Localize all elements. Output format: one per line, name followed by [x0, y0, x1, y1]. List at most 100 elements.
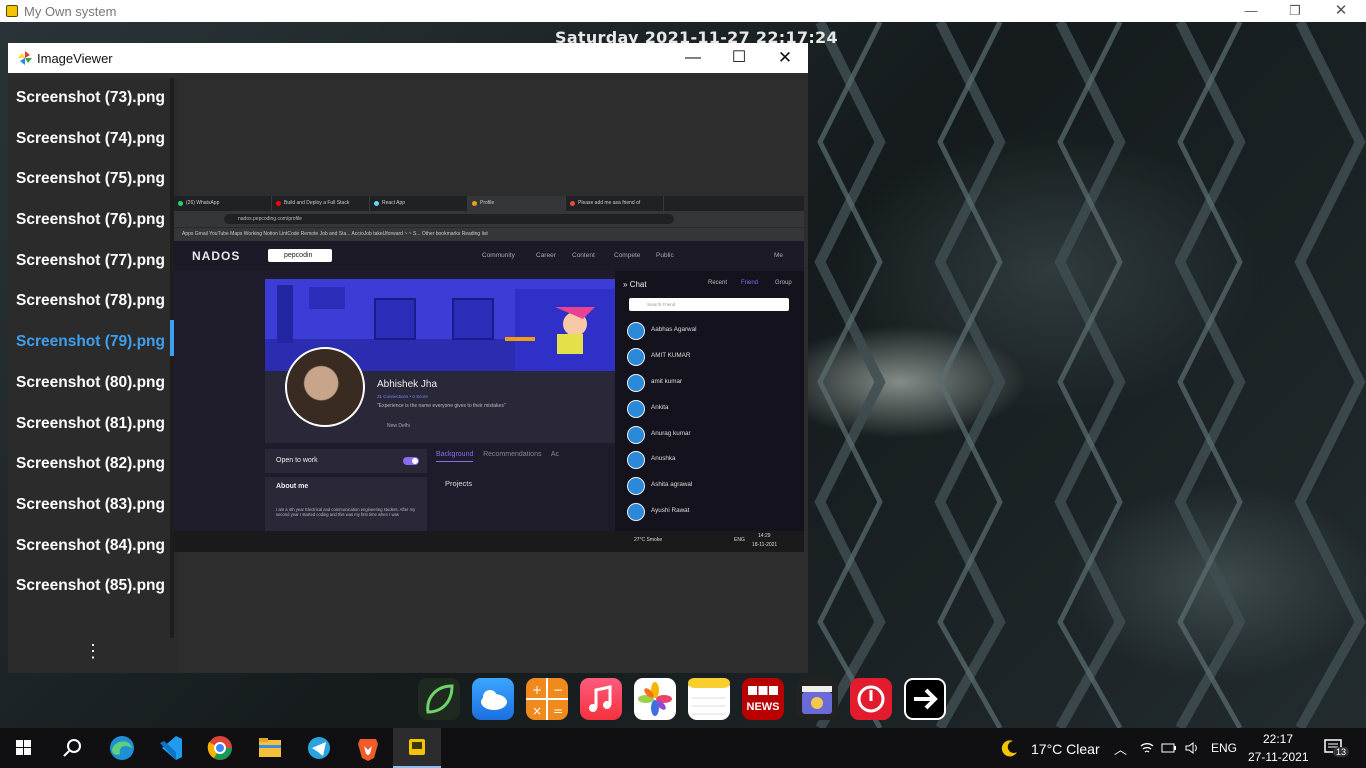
wifi-icon[interactable] — [1139, 740, 1155, 756]
viewer-maximize-button[interactable]: ☐ — [716, 43, 762, 73]
file-item[interactable]: Screenshot (74).png — [8, 119, 178, 160]
file-item[interactable]: Screenshot (76).png — [8, 200, 178, 241]
search-button[interactable] — [48, 728, 96, 768]
weather-app-icon[interactable] — [472, 678, 514, 720]
preview-toggle — [403, 457, 419, 465]
preview-tab-background: Background — [436, 451, 474, 462]
preview-weather: 27°C Smoke — [634, 537, 663, 543]
maximize-button[interactable]: ❐ — [1272, 0, 1318, 22]
yellow-app-taskbar-icon[interactable] — [393, 728, 441, 768]
file-item[interactable]: Screenshot (83).png — [8, 485, 178, 526]
preview-nav-link: Community — [482, 252, 515, 259]
preview-friend: AMIT KUMAR — [627, 346, 690, 366]
preview-tab: (26) WhatsApp — [174, 196, 272, 211]
preview-about-card: About me I am a 4th year Electrical and … — [265, 477, 427, 533]
preview-chat-tab: Friend — [741, 280, 759, 286]
file-explorer-taskbar-icon[interactable] — [246, 728, 294, 768]
brave-taskbar-icon[interactable] — [344, 728, 392, 768]
power-app-icon[interactable] — [850, 678, 892, 720]
calculator-app-icon[interactable]: + − × = — [526, 678, 568, 720]
chrome-taskbar-icon[interactable] — [196, 728, 244, 768]
file-item[interactable]: Screenshot (81).png — [8, 404, 178, 445]
file-item[interactable]: Screenshot (80).png — [8, 363, 178, 404]
vscode-taskbar-icon[interactable] — [146, 728, 194, 768]
photos-app-icon[interactable] — [634, 678, 676, 720]
taskbar-language[interactable]: ENG — [1211, 741, 1237, 755]
file-item[interactable]: Screenshot (78).png — [8, 281, 178, 322]
bbc-news-app-icon[interactable]: NEWS — [742, 678, 784, 720]
preview-location: New Delhi — [387, 423, 410, 429]
volume-icon[interactable] — [1184, 740, 1200, 756]
preview-tab-recommendations: Recommendations — [483, 451, 542, 458]
search-icon — [63, 739, 81, 757]
preview-nav-link: Compete — [614, 252, 641, 259]
file-item[interactable]: Screenshot (75).png — [8, 159, 178, 200]
preview-nav-link: Content — [572, 252, 595, 259]
preview-friend: Ankita — [627, 398, 669, 418]
windows-taskbar: 17°C Clear ︿ ENG 22:17 27-11-2021 13 — [0, 728, 1366, 768]
preview-avatar — [285, 347, 365, 427]
preview-nav-link: Career — [536, 252, 556, 259]
close-button[interactable]: ✕ — [1318, 0, 1364, 22]
outer-window-title: My Own system — [24, 3, 117, 19]
preview-me: Me — [774, 252, 784, 259]
more-vertical-icon[interactable]: ⋮ — [84, 641, 102, 661]
preview-taskbar: 27°C Smoke ENG 14:29 18-11-2021 — [174, 531, 804, 552]
notes-app-icon[interactable] — [688, 678, 730, 720]
taskbar-weather[interactable]: 17°C Clear — [1031, 741, 1100, 757]
preview-site-nav: NADOS pepcodin Community Career Content … — [174, 241, 804, 271]
preview-profile-card: Abhishek Jha 31 Connections • 0 Score "E… — [265, 347, 615, 443]
telegram-taskbar-icon[interactable] — [295, 728, 343, 768]
preview-tab-more: Ac — [550, 451, 559, 458]
leaf-app-icon[interactable] — [418, 678, 460, 720]
preview-time: 14:29 — [758, 533, 771, 539]
music-app-icon[interactable] — [580, 678, 622, 720]
svg-text:+: + — [532, 683, 542, 697]
preview-profile-name: Abhishek Jha — [377, 379, 438, 390]
image-preview: (26) WhatsApp Build and Deploy a Full St… — [174, 196, 804, 552]
svg-text:−: − — [553, 683, 563, 697]
preview-chat-tab: Group — [775, 280, 792, 286]
preview-profile-tabs: Background Recommendations Ac — [436, 451, 616, 465]
preview-connections: 31 Connections • 0 Score — [377, 394, 428, 399]
chevron-up-icon[interactable]: ︿ — [1114, 739, 1127, 758]
preview-tab: Build and Deploy a Full Stack — [272, 196, 370, 211]
preview-chat-title: » Chat — [623, 280, 647, 289]
video-editor-app-icon[interactable] — [796, 678, 838, 720]
taskbar-time[interactable]: 22:17 — [1263, 732, 1293, 746]
preview-friend: Anurag kumar — [627, 424, 691, 444]
preview-open-to-work-label: Open to work — [276, 457, 318, 464]
file-item[interactable]: Screenshot (85).png — [8, 566, 178, 607]
preview-logo: NADOS — [192, 249, 241, 263]
preview-quote: "Experience is the name everyone gives t… — [377, 403, 506, 409]
minimize-button[interactable]: — — [1228, 0, 1274, 22]
taskbar-date[interactable]: 27-11-2021 — [1248, 750, 1309, 764]
file-item[interactable]: Screenshot (77).png — [8, 241, 178, 282]
preview-url: nados.pepcoding.com/profile — [224, 214, 674, 224]
viewer-close-button[interactable]: ✕ — [762, 43, 808, 73]
preview-site: NADOS pepcodin Community Career Content … — [174, 241, 804, 533]
file-item[interactable]: Screenshot (82).png — [8, 444, 178, 485]
chat-title-text: Chat — [629, 280, 647, 289]
file-item[interactable]: Screenshot (84).png — [8, 526, 178, 567]
file-list: Screenshot (73).png Screenshot (74).png … — [8, 78, 178, 673]
preview-nav-link: Public — [656, 252, 674, 259]
preview-tab: Please add me asa friend of — [566, 196, 664, 211]
preview-address-bar: nados.pepcoding.com/profile — [174, 211, 804, 227]
viewer-minimize-button[interactable]: — — [670, 43, 716, 73]
edge-taskbar-icon[interactable] — [98, 728, 146, 768]
preview-friend: amit kumar — [627, 372, 682, 392]
preview-friend: Ashita agrawal — [627, 475, 692, 495]
battery-icon[interactable] — [1161, 742, 1177, 754]
preview-date: 18-11-2021 — [752, 542, 778, 548]
arrow-app-icon[interactable] — [904, 678, 946, 720]
file-item-selected[interactable]: Screenshot (79).png — [8, 322, 178, 363]
app-icon — [6, 5, 18, 17]
file-item[interactable]: Screenshot (73).png — [8, 78, 178, 119]
preview-lang: ENG — [734, 537, 745, 543]
preview-open-to-work: Open to work — [265, 449, 427, 473]
start-button[interactable] — [0, 728, 48, 768]
preview-about-title: About me — [276, 483, 309, 490]
preview-friend: Anushka — [627, 449, 676, 469]
windows-logo-icon — [16, 740, 31, 755]
